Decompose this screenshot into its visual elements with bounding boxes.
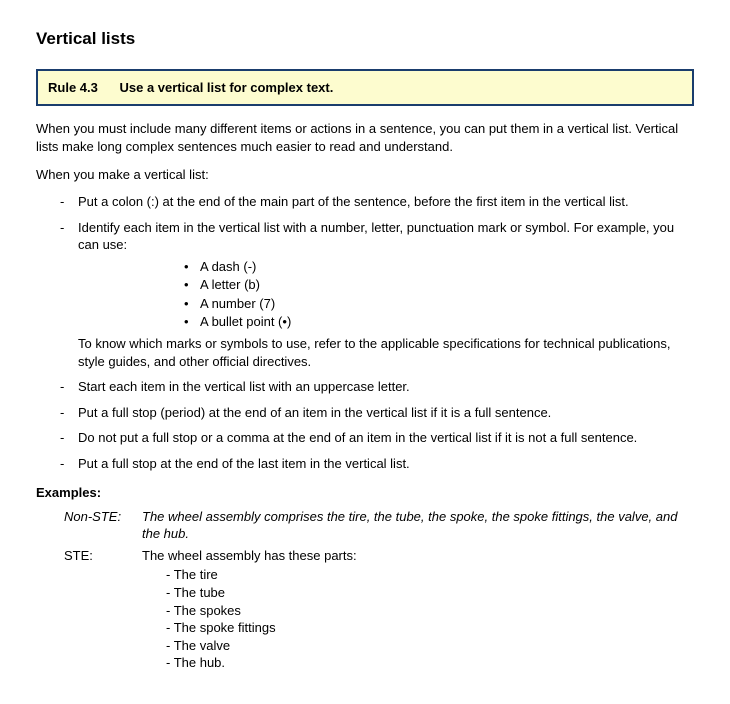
ste-part-item: - The spokes <box>166 602 694 620</box>
list-item: Do not put a full stop or a comma at the… <box>36 429 694 447</box>
ste-part-item: - The spoke fittings <box>166 619 694 637</box>
rule-label: Rule 4.3 <box>48 80 98 95</box>
sub-bullet-list: A dash (-) A letter (b) A number (7) A b… <box>78 258 694 331</box>
list-item-text: Do not put a full stop or a comma at the… <box>78 430 637 445</box>
rule-box: Rule 4.3 Use a vertical list for complex… <box>36 69 694 107</box>
sub-list-item: A dash (-) <box>78 258 694 276</box>
example-row-nonste: Non-STE: The wheel assembly comprises th… <box>36 508 694 543</box>
example-label: STE: <box>64 547 142 672</box>
lead-in-paragraph: When you make a vertical list: <box>36 166 694 184</box>
example-label: Non-STE: <box>64 508 142 543</box>
rule-text: Use a vertical list for complex text. <box>119 80 333 95</box>
list-item: Start each item in the vertical list wit… <box>36 378 694 396</box>
list-item: Put a colon (:) at the end of the main p… <box>36 193 694 211</box>
list-item-text: Start each item in the vertical list wit… <box>78 379 410 394</box>
list-item-text: Identify each item in the vertical list … <box>78 220 674 253</box>
examples-heading: Examples: <box>36 484 694 502</box>
list-item: Identify each item in the vertical list … <box>36 219 694 370</box>
list-item-text: Put a full stop (period) at the end of a… <box>78 405 551 420</box>
ste-parts-list: - The tire - The tube - The spokes - The… <box>142 566 694 671</box>
ste-part-item: - The hub. <box>166 654 694 672</box>
ste-intro: The wheel assembly has these parts: <box>142 548 357 563</box>
section-title: Vertical lists <box>36 28 694 51</box>
list-item-text: To know which marks or symbols to use, r… <box>78 336 671 369</box>
list-item: Put a full stop at the end of the last i… <box>36 455 694 473</box>
example-body: The wheel assembly comprises the tire, t… <box>142 508 694 543</box>
list-item-text: Put a full stop at the end of the last i… <box>78 456 410 471</box>
example-body: The wheel assembly has these parts: - Th… <box>142 547 694 672</box>
ste-part-item: - The valve <box>166 637 694 655</box>
guideline-list: Put a colon (:) at the end of the main p… <box>36 193 694 472</box>
ste-part-item: - The tire <box>166 566 694 584</box>
example-row-ste: STE: The wheel assembly has these parts:… <box>36 547 694 672</box>
sub-list-item: A letter (b) <box>78 276 694 294</box>
list-item: Put a full stop (period) at the end of a… <box>36 404 694 422</box>
ste-part-item: - The tube <box>166 584 694 602</box>
sub-list-item: A bullet point (•) <box>78 313 694 331</box>
sub-list-item: A number (7) <box>78 295 694 313</box>
list-item-text: Put a colon (:) at the end of the main p… <box>78 194 629 209</box>
intro-paragraph: When you must include many different ite… <box>36 120 694 155</box>
